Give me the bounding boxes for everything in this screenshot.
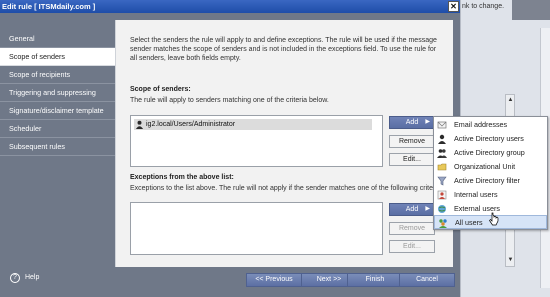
finish-button[interactable]: Finish [347, 273, 403, 287]
envelope-icon [437, 121, 447, 129]
window-title: Edit rule [ ITSMdaily.com ] [2, 2, 96, 11]
menu-item-label: Organizational Unit [454, 162, 516, 171]
all-users-icon [439, 219, 447, 228]
help-link[interactable]: ? Help [10, 272, 39, 283]
close-icon: ✕ [450, 2, 457, 11]
ad-user-icon [438, 134, 446, 144]
list-item[interactable]: ig2.local/Users/Administrator [134, 119, 372, 130]
edit-scope-button[interactable]: Edit... [389, 153, 435, 166]
exceptions-title: Exceptions from the above list: [130, 174, 234, 181]
internal-users-icon [437, 190, 447, 200]
sidebar-item-signature-template[interactable]: Signature/disclaimer template [0, 102, 115, 120]
menu-item-label: Active Directory users [454, 134, 524, 143]
menu-item-label: Internal users [454, 190, 498, 199]
scope-title: Scope of senders: [130, 86, 191, 93]
sidebar-item-scope-of-recipients[interactable]: Scope of recipients [0, 66, 115, 84]
scroll-up-icon[interactable]: ▲ [507, 97, 514, 104]
menu-item-email-addresses[interactable]: Email addresses [434, 118, 547, 132]
previous-button[interactable]: << Previous [246, 273, 302, 287]
sidebar-item-scope-of-senders[interactable]: Scope of senders [0, 48, 115, 66]
edit-exception-button[interactable]: Edit... [389, 240, 435, 253]
menu-item-label: Active Directory group [454, 148, 525, 157]
ad-group-icon [437, 149, 447, 158]
menu-item-ad-users[interactable]: Active Directory users [434, 132, 547, 146]
menu-item-label: Active Directory filter [454, 176, 520, 185]
scroll-down-icon[interactable]: ▼ [507, 257, 514, 264]
scope-list[interactable]: ig2.local/Users/Administrator [130, 115, 383, 167]
remove-exception-button[interactable]: Remove [389, 222, 435, 235]
menu-item-organizational-unit[interactable]: Organizational Unit [434, 160, 547, 174]
help-icon: ? [10, 273, 20, 283]
add-exception-button[interactable]: Add ▶ [389, 203, 435, 216]
remove-scope-button[interactable]: Remove [389, 135, 435, 148]
close-button[interactable]: ✕ [448, 1, 459, 12]
menu-item-label: All users [455, 218, 483, 227]
mouse-cursor-icon [489, 212, 499, 226]
help-label: Help [24, 274, 40, 281]
window-titlebar: Edit rule [ ITSMdaily.com ] ✕ [0, 0, 460, 13]
scope-subtitle: The rule will apply to senders matching … [130, 97, 329, 104]
sidebar-item-general[interactable]: General [0, 30, 115, 48]
add-scope-button[interactable]: Add ▶ [389, 116, 435, 129]
add-exception-label: Add [405, 206, 419, 213]
menu-item-internal-users[interactable]: Internal users [434, 188, 547, 202]
external-users-icon [438, 205, 446, 213]
filter-icon [437, 176, 447, 186]
menu-item-ad-filter[interactable]: Active Directory filter [434, 174, 547, 188]
arrow-right-icon: ▶ [425, 119, 430, 125]
cancel-button[interactable]: Cancel [399, 273, 455, 287]
sidebar-item-scheduler[interactable]: Scheduler [0, 120, 115, 138]
add-label: Add [405, 119, 419, 126]
exceptions-list[interactable] [130, 202, 383, 255]
exceptions-subtitle: Exceptions to the list above. The rule w… [130, 185, 443, 192]
menu-item-label: Email addresses [454, 120, 508, 129]
page-description: Select the senders the rule will apply t… [130, 37, 437, 62]
sidebar-item-subsequent-rules[interactable]: Subsequent rules [0, 138, 115, 156]
list-item-label: ig2.local/Users/Administrator [146, 121, 236, 128]
arrow-right-icon: ▶ [425, 206, 430, 212]
menu-item-ad-group[interactable]: Active Directory group [434, 146, 547, 160]
background-text: nk to change. [462, 3, 505, 10]
background-header-box [512, 0, 550, 20]
sidebar-item-triggering[interactable]: Triggering and suppressing [0, 84, 115, 102]
ou-icon [437, 163, 447, 171]
user-icon [135, 120, 144, 129]
